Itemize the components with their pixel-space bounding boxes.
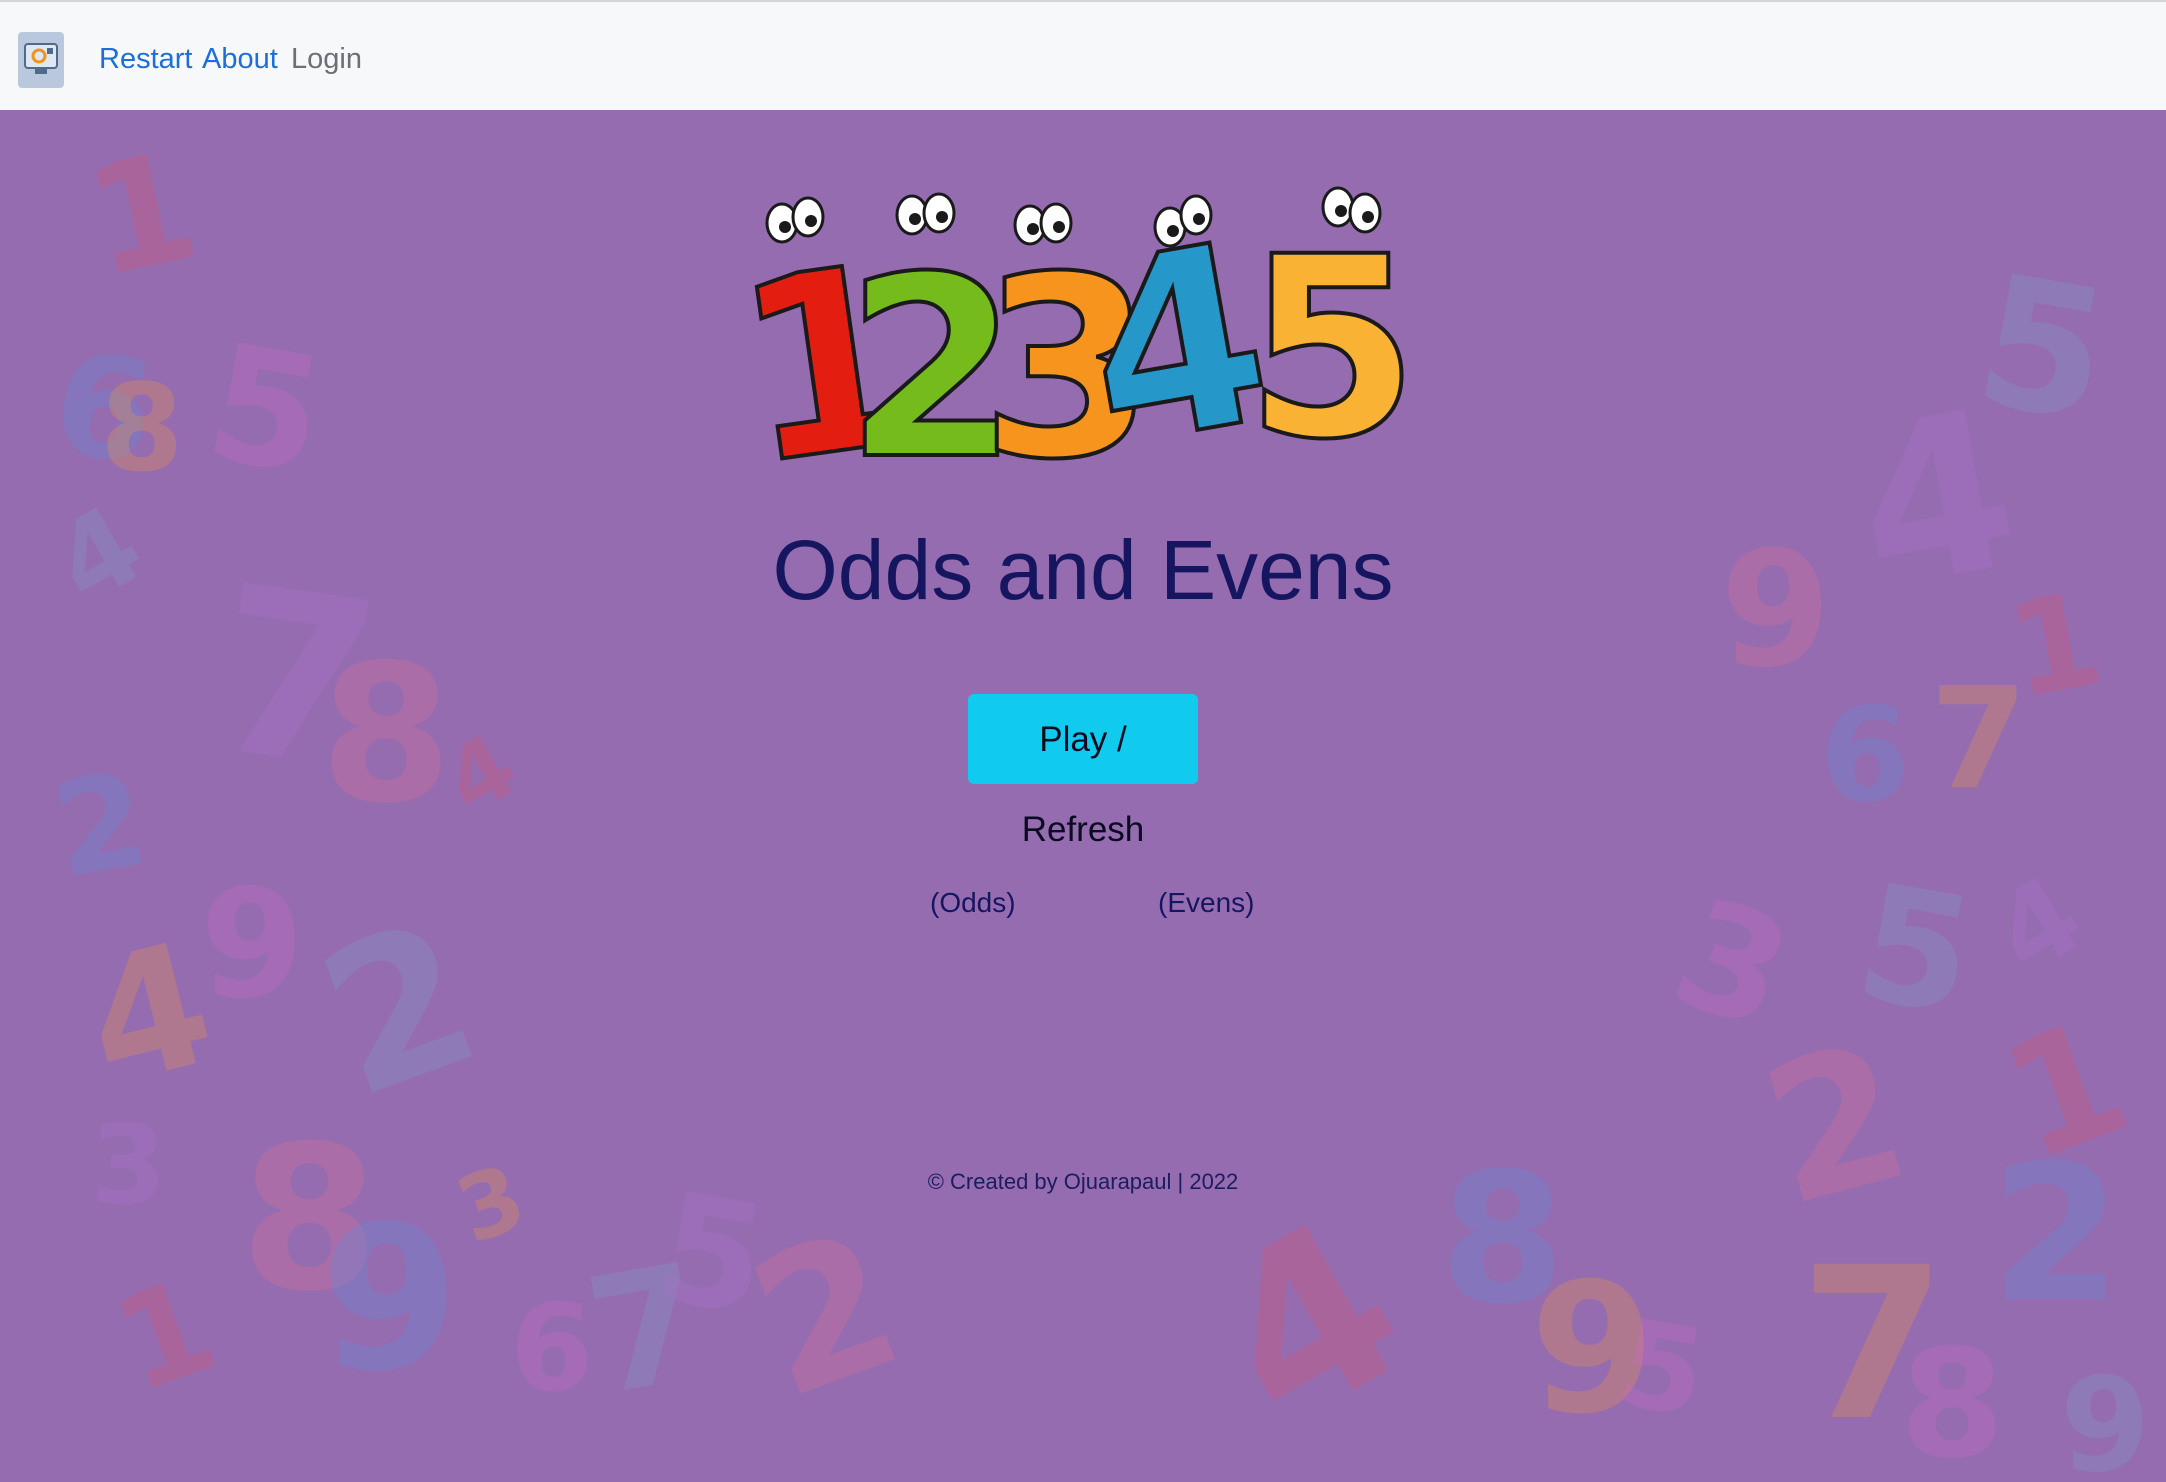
background-digit: 9 [2060,1349,2151,1482]
monitor-logo-icon [24,43,58,74]
background-digit: 6 [510,1280,594,1419]
background-digit: 2 [294,876,505,1143]
background-digit: 8 [1900,1318,2005,1482]
background-digit: 9 [200,858,305,1032]
play-refresh-button[interactable]: Play / Refresh [968,694,1198,849]
background-digit: 2 [1743,1000,1929,1249]
odds-label: (Odds) [930,887,1016,918]
background-digit: 4 [1173,1168,1446,1481]
background-digit: 6 [1820,679,1911,831]
brand-logo[interactable] [18,32,64,88]
background-digit: 5 [194,307,337,512]
page-title: Odds and Evens [772,523,1394,617]
background-digit: 8 [100,360,184,499]
navbar: Restart About Login [0,0,2166,110]
numbers-logo-image: 1 2 3 4 5 [740,185,1421,485]
background-digit: 1 [73,119,212,311]
background-digit: 8 [320,624,453,845]
nav-about-link[interactable]: About [202,40,278,78]
background-digit: 2 [726,1188,926,1441]
footer-credit: © Created by Ojuarapaul | 2022 [927,1169,1239,1194]
background-digit: 7 [1930,658,2028,821]
background-digit: 1 [96,1248,234,1422]
background-digit: 9 [320,1183,460,1416]
background-digit: 3 [90,1101,167,1229]
evens-label: (Evens) [1158,887,1255,918]
nav-restart-link[interactable]: Restart [99,40,192,78]
background-digit: 4 [1973,850,2104,1000]
nav-login-link[interactable]: Login [291,40,362,78]
background-digit: 2 [42,742,158,908]
logo-digit-5: 5 [1245,203,1419,485]
main-content: 1685478424923819367524895549167354212789… [0,110,2166,1482]
